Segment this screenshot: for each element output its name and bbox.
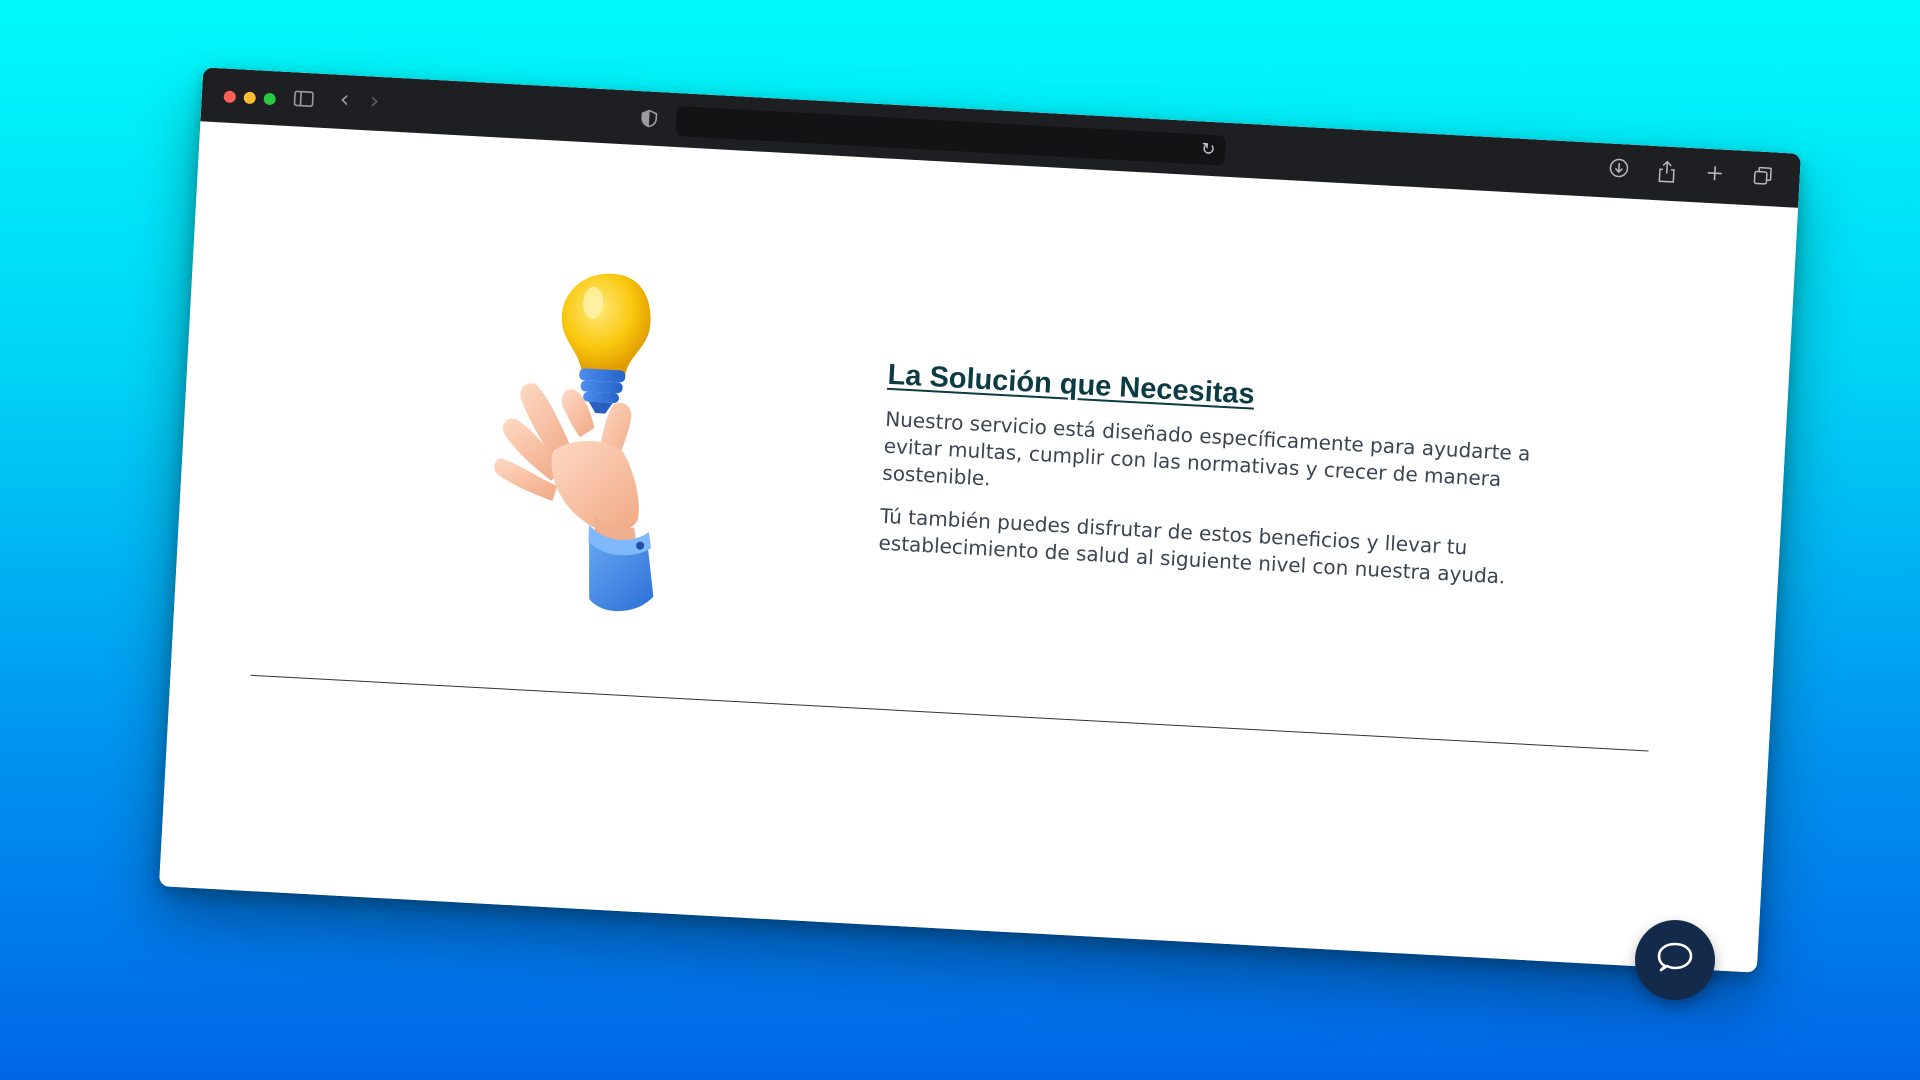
download-icon[interactable]: [1607, 157, 1630, 185]
browser-window: ‹ › ↻ La Solución que Necesitas Nuestro …: [158, 67, 1802, 973]
hand-holding-lightbulb-illustration: [484, 258, 703, 628]
chat-button[interactable]: [1635, 920, 1715, 1000]
intro-paragraph: Nuestro servicio está diseñado específic…: [881, 406, 1532, 492]
reload-icon[interactable]: ↻: [1201, 139, 1216, 160]
chat-bubble-icon: [1655, 940, 1695, 981]
zoom-window-button[interactable]: [263, 92, 277, 106]
window-controls: [223, 90, 277, 106]
new-tab-icon[interactable]: [1703, 163, 1726, 191]
toolbar-actions: [1607, 157, 1774, 193]
page-content: La Solución que Necesitas Nuestro servic…: [158, 121, 1799, 973]
close-window-button[interactable]: [223, 90, 237, 104]
sidebar-icon[interactable]: [293, 89, 314, 110]
desktop-background: ‹ › ↻ La Solución que Necesitas Nuestro …: [0, 0, 1920, 1080]
section-divider: [250, 674, 1649, 752]
shield-icon[interactable]: [641, 109, 658, 131]
tabs-overview-icon[interactable]: [1751, 165, 1774, 193]
back-icon[interactable]: ‹: [339, 85, 350, 113]
minimize-window-button[interactable]: [243, 91, 257, 105]
solution-section: La Solución que Necesitas Nuestro servic…: [877, 359, 1578, 610]
share-icon[interactable]: [1655, 160, 1678, 188]
forward-icon[interactable]: ›: [369, 86, 380, 114]
